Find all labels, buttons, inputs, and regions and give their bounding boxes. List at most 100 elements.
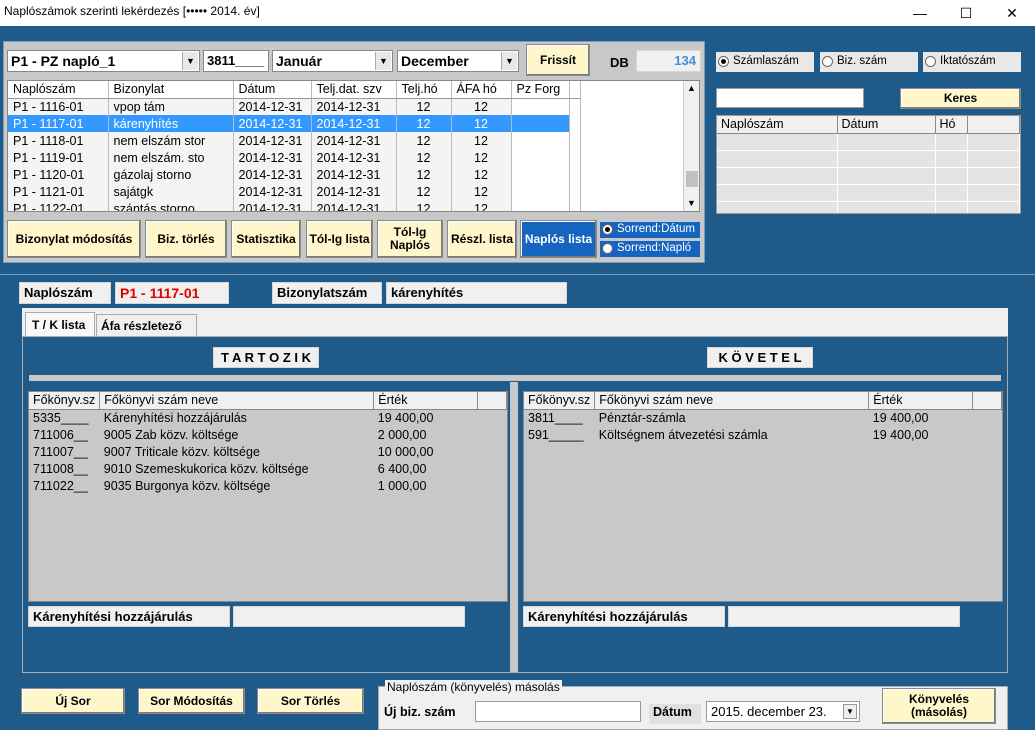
table-row[interactable]: 3811____ Pénztár-számla 19 400,00 bbox=[524, 409, 1002, 426]
detail-list-button[interactable]: Részl. lista bbox=[447, 220, 517, 258]
search-opt-filing[interactable]: Iktatószám bbox=[923, 52, 1021, 72]
window-title: Naplószámok szerinti lekérdezés [••••• 2… bbox=[4, 4, 260, 18]
table-cell bbox=[967, 133, 1020, 151]
close-button[interactable]: ✕ bbox=[989, 0, 1035, 26]
month-from-combo[interactable]: Január ▼ bbox=[272, 50, 393, 72]
journal-combo[interactable]: P1 - PZ napló_1 ▼ bbox=[7, 50, 200, 72]
date-picker[interactable]: 2015. december 23. ▼ bbox=[706, 701, 860, 722]
col-header[interactable]: Telj.dat. szv bbox=[311, 81, 397, 99]
document-number-value: kárenyhítés bbox=[386, 282, 567, 304]
table-cell bbox=[935, 167, 968, 185]
search-results-table[interactable]: Naplószám Dátum Hó bbox=[716, 115, 1021, 214]
post-copy-button[interactable]: Könyvelés (másolás) bbox=[882, 688, 996, 724]
col-header[interactable]: ÁFA hó bbox=[451, 81, 512, 99]
col-header[interactable]: Főkönyv.sz bbox=[29, 392, 101, 410]
table-cell: 12 bbox=[396, 115, 452, 132]
col-header[interactable]: Főkönyv.sz bbox=[524, 392, 596, 410]
search-input[interactable] bbox=[716, 88, 864, 108]
table-row[interactable]: 711006__ 9005 Zab közv. költsége 2 000,00 bbox=[29, 426, 507, 443]
delete-row-button[interactable]: Sor Törlés bbox=[257, 688, 364, 714]
col-header[interactable]: Dátum bbox=[233, 81, 312, 99]
tab-vat-detail[interactable]: Áfa részletező bbox=[96, 314, 197, 336]
chevron-down-icon[interactable]: ▼ bbox=[182, 52, 198, 70]
col-header[interactable]: Főkönyvi szám neve bbox=[594, 392, 870, 410]
range-list-button[interactable]: Tól-Ig lista bbox=[306, 220, 373, 258]
sort-date-option[interactable]: Sorrend:Dátum bbox=[600, 222, 700, 238]
search-button[interactable]: Keres bbox=[900, 88, 1021, 109]
table-row[interactable] bbox=[717, 184, 1020, 202]
col-header[interactable]: Főkönyvi szám neve bbox=[99, 392, 375, 410]
table-row[interactable]: 711007__ 9007 Triticale közv. költsége 10 … bbox=[29, 443, 507, 460]
document-delete-button[interactable]: Biz. törlés bbox=[145, 220, 227, 258]
table-cell bbox=[569, 115, 581, 132]
tab-tk-list[interactable]: T / K lista bbox=[25, 312, 95, 336]
splitter[interactable] bbox=[510, 382, 518, 672]
chevron-down-icon[interactable]: ▼ bbox=[843, 704, 857, 719]
radio-icon[interactable] bbox=[822, 56, 833, 67]
sort-journal-option[interactable]: Sorrend:Napló bbox=[600, 241, 700, 257]
maximize-button[interactable]: ☐ bbox=[943, 0, 989, 26]
col-header[interactable]: Érték bbox=[373, 392, 479, 410]
scroll-up-icon[interactable]: ▲ bbox=[687, 83, 696, 93]
radio-icon[interactable] bbox=[602, 243, 613, 254]
range-journal-button[interactable]: Tól-Ig Naplós bbox=[377, 220, 443, 258]
table-row[interactable]: 5335____ Kárenyhítési hozzájárulás 19 400,… bbox=[29, 409, 507, 426]
radio-icon[interactable] bbox=[925, 56, 936, 67]
table-row[interactable]: 711008__ 9010 Szemeskukorica közv. költsé… bbox=[29, 460, 507, 477]
table-cell: kárenyhítés bbox=[108, 115, 234, 132]
table-cell: 2014-12-31 bbox=[233, 166, 312, 183]
table-row[interactable] bbox=[717, 201, 1020, 213]
table-row[interactable] bbox=[717, 167, 1020, 185]
search-opt-docnum[interactable]: Biz. szám bbox=[820, 52, 918, 72]
table-row[interactable]: 711022__ 9035 Burgonya közv. költsége 1 00… bbox=[29, 477, 507, 494]
table-row[interactable]: P1 - 1119-01 nem elszám. sto 2014-12-31 201… bbox=[8, 149, 581, 166]
credit-table[interactable]: Főkönyv.sz Főkönyvi szám neve Érték 3811___… bbox=[523, 391, 1003, 602]
table-row[interactable]: P1 - 1122-01 szántás storno 2014-12-31 2014… bbox=[8, 200, 581, 211]
table-cell: P1 - 1120-01 bbox=[8, 166, 109, 183]
refresh-button[interactable]: Frissít bbox=[526, 44, 590, 76]
radio-icon[interactable] bbox=[602, 224, 613, 235]
tab-content: T A R T O Z I K K Ö V E T E L Főkönyv.sz… bbox=[22, 336, 1008, 673]
table-cell: 12 bbox=[396, 166, 452, 183]
table-row[interactable]: P1 - 1117-01 kárenyhítés 2014-12-31 2014-12… bbox=[8, 115, 581, 132]
chevron-down-icon[interactable]: ▼ bbox=[501, 52, 517, 70]
document-modify-button[interactable]: Bizonylat módosítás bbox=[7, 220, 141, 258]
col-header[interactable]: Pz Forg bbox=[511, 81, 570, 99]
search-opt-account[interactable]: Számlaszám bbox=[716, 52, 814, 72]
table-row[interactable]: 591_____ Költségnem átvezetési számla 19 4… bbox=[524, 426, 1002, 443]
new-doc-number-input[interactable] bbox=[475, 701, 641, 722]
scrollbar[interactable]: ▲ ▼ bbox=[683, 81, 699, 211]
statistics-button[interactable]: Statisztika bbox=[231, 220, 301, 258]
table-row[interactable]: P1 - 1118-01 nem elszám stor 2014-12-31 201… bbox=[8, 132, 581, 149]
table-cell: 12 bbox=[451, 132, 512, 149]
table-cell: 10 000,00 bbox=[377, 444, 434, 459]
col-header[interactable]: Naplószám bbox=[8, 81, 109, 99]
table-row[interactable] bbox=[717, 150, 1020, 168]
new-row-button[interactable]: Új Sor bbox=[21, 688, 125, 714]
scroll-down-icon[interactable]: ▼ bbox=[687, 198, 696, 208]
col-header[interactable]: Telj.hó bbox=[396, 81, 452, 99]
col-header[interactable]: Érték bbox=[868, 392, 974, 410]
table-cell: 2014-12-31 bbox=[311, 132, 397, 149]
modify-row-button[interactable]: Sor Módosítás bbox=[138, 688, 245, 714]
journal-list-button[interactable]: Naplós lista bbox=[520, 220, 597, 258]
table-cell: 9010 Szemeskukorica közv. költsége bbox=[103, 461, 309, 476]
col-header[interactable]: Bizonylat bbox=[108, 81, 234, 99]
table-row[interactable]: P1 - 1120-01 gázolaj storno 2014-12-31 2014… bbox=[8, 166, 581, 183]
account-value: 3811____ bbox=[207, 53, 265, 68]
account-field[interactable]: 3811____ bbox=[203, 50, 269, 72]
table-row[interactable] bbox=[717, 133, 1020, 151]
chevron-down-icon[interactable]: ▼ bbox=[375, 52, 391, 70]
scroll-thumb[interactable] bbox=[686, 171, 698, 187]
month-to-combo[interactable]: December ▼ bbox=[397, 50, 519, 72]
table-row[interactable]: P1 - 1116-01 vpop tám 2014-12-31 2014-12-31… bbox=[8, 98, 581, 115]
radio-icon[interactable] bbox=[718, 56, 729, 67]
table-cell: Költségnem átvezetési számla bbox=[598, 427, 768, 442]
col-header bbox=[477, 392, 507, 410]
debit-table[interactable]: Főkönyv.sz Főkönyvi szám neve Érték 5335___… bbox=[28, 391, 508, 602]
table-row[interactable]: P1 - 1121-01 sajátgk 2014-12-31 2014-12-31 1… bbox=[8, 183, 581, 200]
minimize-button[interactable]: — bbox=[897, 0, 943, 26]
table-cell: 12 bbox=[396, 149, 452, 166]
journal-table[interactable]: Naplószám Bizonylat Dátum Telj.dat. szv Telj… bbox=[7, 80, 700, 212]
table-cell: szántás storno bbox=[108, 200, 234, 211]
